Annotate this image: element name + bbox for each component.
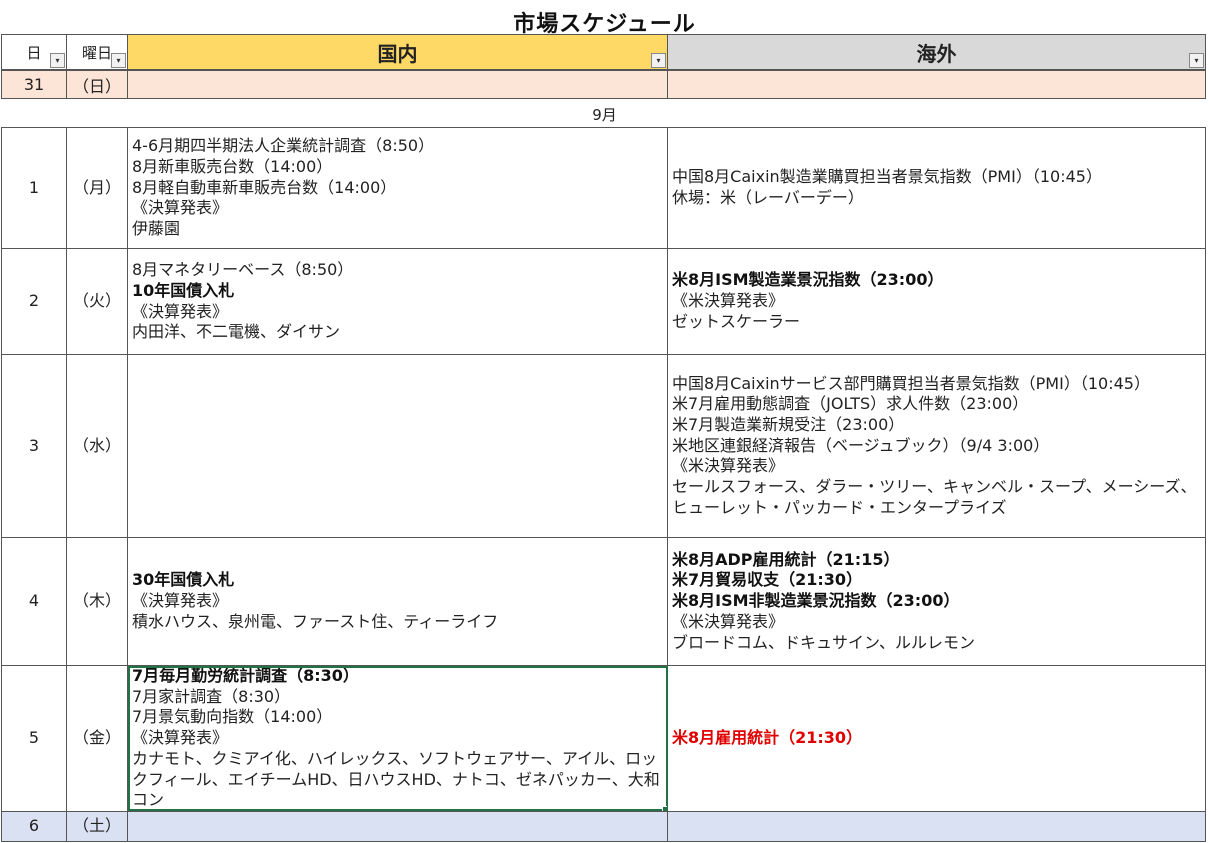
header-day-label: 日: [26, 43, 42, 62]
event-line: 《決算発表》: [132, 728, 229, 748]
overseas-cell[interactable]: 中国8月Caixin製造業購買担当者景気指数（PMI）（10:45） 休場：米（…: [667, 127, 1206, 249]
day-cell[interactable]: 31: [1, 70, 67, 99]
day-cell[interactable]: 4: [1, 537, 67, 666]
event-line: セールスフォース、ダラー・ツリー、キャンベル・スープ、メーシーズ、ヒューレット・…: [672, 477, 1197, 517]
filter-dropdown-icon[interactable]: ▾: [111, 53, 126, 68]
event-line: 中国8月Caixinサービス部門購買担当者景気指数（PMI）（10:45）: [672, 373, 1150, 393]
header-weekday-label: 曜日: [81, 43, 112, 62]
event-line: 8月軽自動車新車販売台数（14:00）: [132, 177, 397, 197]
event-line: 8月マネタリーベース（8:50）: [132, 260, 354, 280]
event-line-highlight: 米8月雇用統計（21:30）: [672, 728, 863, 748]
domestic-cell-selected[interactable]: 7月毎月勤労統計調査（8:30） 7月家計調査（8:30） 7月景気動向指数（1…: [127, 665, 668, 812]
event-line-bold: 米7月貿易収支（21:30）: [672, 570, 863, 590]
schedule-row: 6 （土）: [1, 810, 1206, 842]
event-line-bold: 30年国債入札: [132, 570, 235, 590]
event-line: 内田洋、不二電機、ダイサン: [132, 322, 341, 342]
event-line: 中国8月Caixin製造業購買担当者景気指数（PMI）（10:45）: [672, 167, 1102, 187]
day-cell[interactable]: 3: [1, 354, 67, 538]
event-line: 7月家計調査（8:30）: [132, 686, 291, 706]
event-line-bold: 10年国債入札: [132, 280, 235, 300]
domestic-cell[interactable]: [127, 354, 668, 538]
domestic-cell[interactable]: [127, 810, 668, 842]
domestic-cell[interactable]: 8月マネタリーベース（8:50） 10年国債入札 《決算発表》 内田洋、不二電機…: [127, 248, 668, 355]
schedule-row: 1 （月） 4-6月期四半期法人企業統計調査（8:50） 8月新車販売台数（14…: [1, 127, 1206, 249]
day-cell[interactable]: 1: [1, 127, 67, 249]
overseas-cell[interactable]: [667, 70, 1206, 99]
fill-handle[interactable]: [662, 805, 667, 811]
event-line: 4-6月期四半期法人企業統計調査（8:50）: [132, 136, 435, 156]
weekday-cell[interactable]: （水）: [66, 354, 128, 538]
day-cell[interactable]: 6: [1, 810, 67, 842]
weekday-cell[interactable]: （金）: [66, 665, 128, 812]
overseas-cell[interactable]: 米8月ADP雇用統計（21:15） 米7月貿易収支（21:30） 米8月ISM非…: [667, 537, 1206, 666]
schedule-table: 1 （月） 4-6月期四半期法人企業統計調査（8:50） 8月新車販売台数（14…: [1, 127, 1206, 842]
event-line: 7月景気動向指数（14:00）: [132, 707, 333, 727]
header-row: 日 ▾ 曜日 ▾ 国内 ▾ 海外 ▾: [1, 34, 1206, 70]
event-line: 8月新車販売台数（14:00）: [132, 156, 333, 176]
header-weekday[interactable]: 曜日 ▾: [66, 34, 128, 70]
month-label: 9月: [592, 106, 617, 124]
filter-dropdown-icon[interactable]: ▾: [1189, 53, 1204, 68]
event-line: 米7月雇用動態調査（JOLTS）求人件数（23:00）: [672, 394, 1029, 414]
event-line: ブロードコム、ドキュサイン、ルルレモン: [672, 632, 976, 652]
schedule-row: 3 （水） 中国8月Caixinサービス部門購買担当者景気指数（PMI）（10:…: [1, 354, 1206, 538]
event-line: 《決算発表》: [132, 301, 229, 321]
domestic-cell[interactable]: [127, 70, 668, 99]
header-domestic-label: 国内: [377, 41, 418, 66]
event-line-bold: 7月毎月勤労統計調査（8:30）: [132, 666, 359, 685]
overseas-cell[interactable]: 中国8月Caixinサービス部門購買担当者景気指数（PMI）（10:45） 米7…: [667, 354, 1206, 538]
event-line: 米地区連銀経済報告（ベージュブック）（9/4 3:00）: [672, 435, 1050, 455]
schedule-row: 2 （火） 8月マネタリーベース（8:50） 10年国債入札 《決算発表》 内田…: [1, 248, 1206, 355]
row-31: 31 （日）: [1, 70, 1206, 99]
day-cell[interactable]: 5: [1, 665, 67, 812]
header-overseas[interactable]: 海外 ▾: [667, 34, 1206, 70]
schedule-row: 4 （木） 30年国債入札 《決算発表》 積水ハウス、泉州電、ファースト住、ティ…: [1, 537, 1206, 666]
weekday-cell[interactable]: （月）: [66, 127, 128, 249]
event-line: 《米決算発表》: [672, 291, 785, 311]
event-line: カナモト、クミアイ化、ハイレックス、ソフトウェアサー、アイル、ロックフィール、エ…: [132, 748, 660, 810]
filter-dropdown-icon[interactable]: ▾: [651, 53, 666, 68]
event-line-bold: 米8月ISM非製造業景況指数（23:00）: [672, 591, 960, 611]
day-cell[interactable]: 2: [1, 248, 67, 355]
event-line: 《決算発表》: [132, 591, 229, 611]
overseas-cell[interactable]: 米8月雇用統計（21:30）: [667, 665, 1206, 812]
header-overseas-label: 海外: [916, 41, 957, 66]
event-line: 伊藤園: [132, 219, 181, 239]
event-line-bold: 米8月ADP雇用統計（21:15）: [672, 549, 900, 569]
event-line: 《決算発表》: [132, 198, 229, 218]
header-day[interactable]: 日 ▾: [1, 34, 67, 70]
weekday-cell[interactable]: （日）: [66, 70, 128, 99]
domestic-cell[interactable]: 4-6月期四半期法人企業統計調査（8:50） 8月新車販売台数（14:00） 8…: [127, 127, 668, 249]
overseas-cell[interactable]: 米8月ISM製造業景況指数（23:00） 《米決算発表》 ゼットスケーラー: [667, 248, 1206, 355]
event-line: 《米決算発表》: [672, 611, 785, 631]
weekday-cell[interactable]: （土）: [66, 810, 128, 842]
domestic-cell[interactable]: 30年国債入札 《決算発表》 積水ハウス、泉州電、ファースト住、ティーライフ: [127, 537, 668, 666]
filter-dropdown-icon[interactable]: ▾: [50, 53, 65, 68]
event-line: 米7月製造業新規受注（23:00）: [672, 414, 905, 434]
event-line: 積水ハウス、泉州電、ファースト住、ティーライフ: [132, 611, 499, 631]
event-line: 休場：米（レーバーデー）: [672, 188, 864, 207]
schedule-row: 5 （金） 7月毎月勤労統計調査（8:30） 7月家計調査（8:30） 7月景気…: [1, 665, 1206, 812]
header-domestic[interactable]: 国内 ▾: [127, 34, 668, 70]
event-line: ゼットスケーラー: [672, 311, 801, 331]
event-line: 《米決算発表》: [672, 456, 785, 476]
event-line-bold: 米8月ISM製造業景況指数（23:00）: [672, 270, 944, 290]
overseas-cell[interactable]: [667, 810, 1206, 842]
weekday-cell[interactable]: （木）: [66, 537, 128, 666]
weekday-cell[interactable]: （火）: [66, 248, 128, 355]
